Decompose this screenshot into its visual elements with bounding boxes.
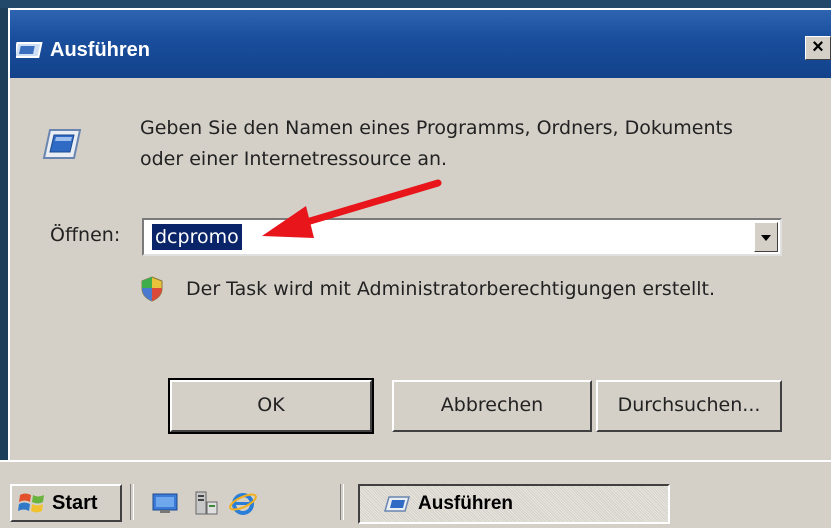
- open-combobox[interactable]: dcpromo: [142, 218, 782, 256]
- chevron-down-icon: [761, 235, 771, 241]
- shield-icon: [141, 276, 163, 302]
- show-desktop-icon[interactable]: [150, 490, 180, 516]
- taskbar-separator: [130, 484, 134, 520]
- window-title: Ausführen: [50, 38, 150, 61]
- ok-button[interactable]: OK: [168, 378, 374, 434]
- taskbar-separator: [340, 484, 344, 520]
- instruction-text: Geben Sie den Namen eines Programms, Ord…: [140, 117, 733, 170]
- open-label: Öffnen:: [50, 224, 121, 246]
- close-button[interactable]: ×: [805, 36, 831, 60]
- cancel-button[interactable]: Abbrechen: [392, 380, 592, 432]
- dialog-body: Geben Sie den Namen eines Programms, Ord…: [10, 78, 831, 462]
- run-icon: [384, 496, 410, 512]
- run-dialog: Ausführen × Geben Sie den Namen eines Pr…: [8, 8, 831, 460]
- start-button[interactable]: Start: [10, 484, 122, 522]
- run-icon: [16, 42, 43, 58]
- internet-explorer-icon[interactable]: [228, 490, 258, 516]
- dropdown-button[interactable]: [754, 222, 778, 252]
- desktop-background: [0, 0, 831, 8]
- windows-logo-icon: [18, 493, 44, 513]
- taskbar-button-label: Ausführen: [418, 493, 513, 514]
- start-label: Start: [52, 491, 98, 514]
- open-input-value[interactable]: dcpromo: [152, 224, 242, 250]
- run-icon: [42, 129, 82, 159]
- server-manager-icon[interactable]: [190, 490, 220, 516]
- title-bar[interactable]: Ausführen ×: [10, 10, 831, 78]
- taskbar-button-run[interactable]: Ausführen: [358, 484, 670, 524]
- admin-notice: Der Task wird mit Administratorberechtig…: [186, 278, 716, 300]
- taskbar: Start Ausführen: [0, 460, 831, 528]
- browse-button[interactable]: Durchsuchen...: [596, 380, 782, 432]
